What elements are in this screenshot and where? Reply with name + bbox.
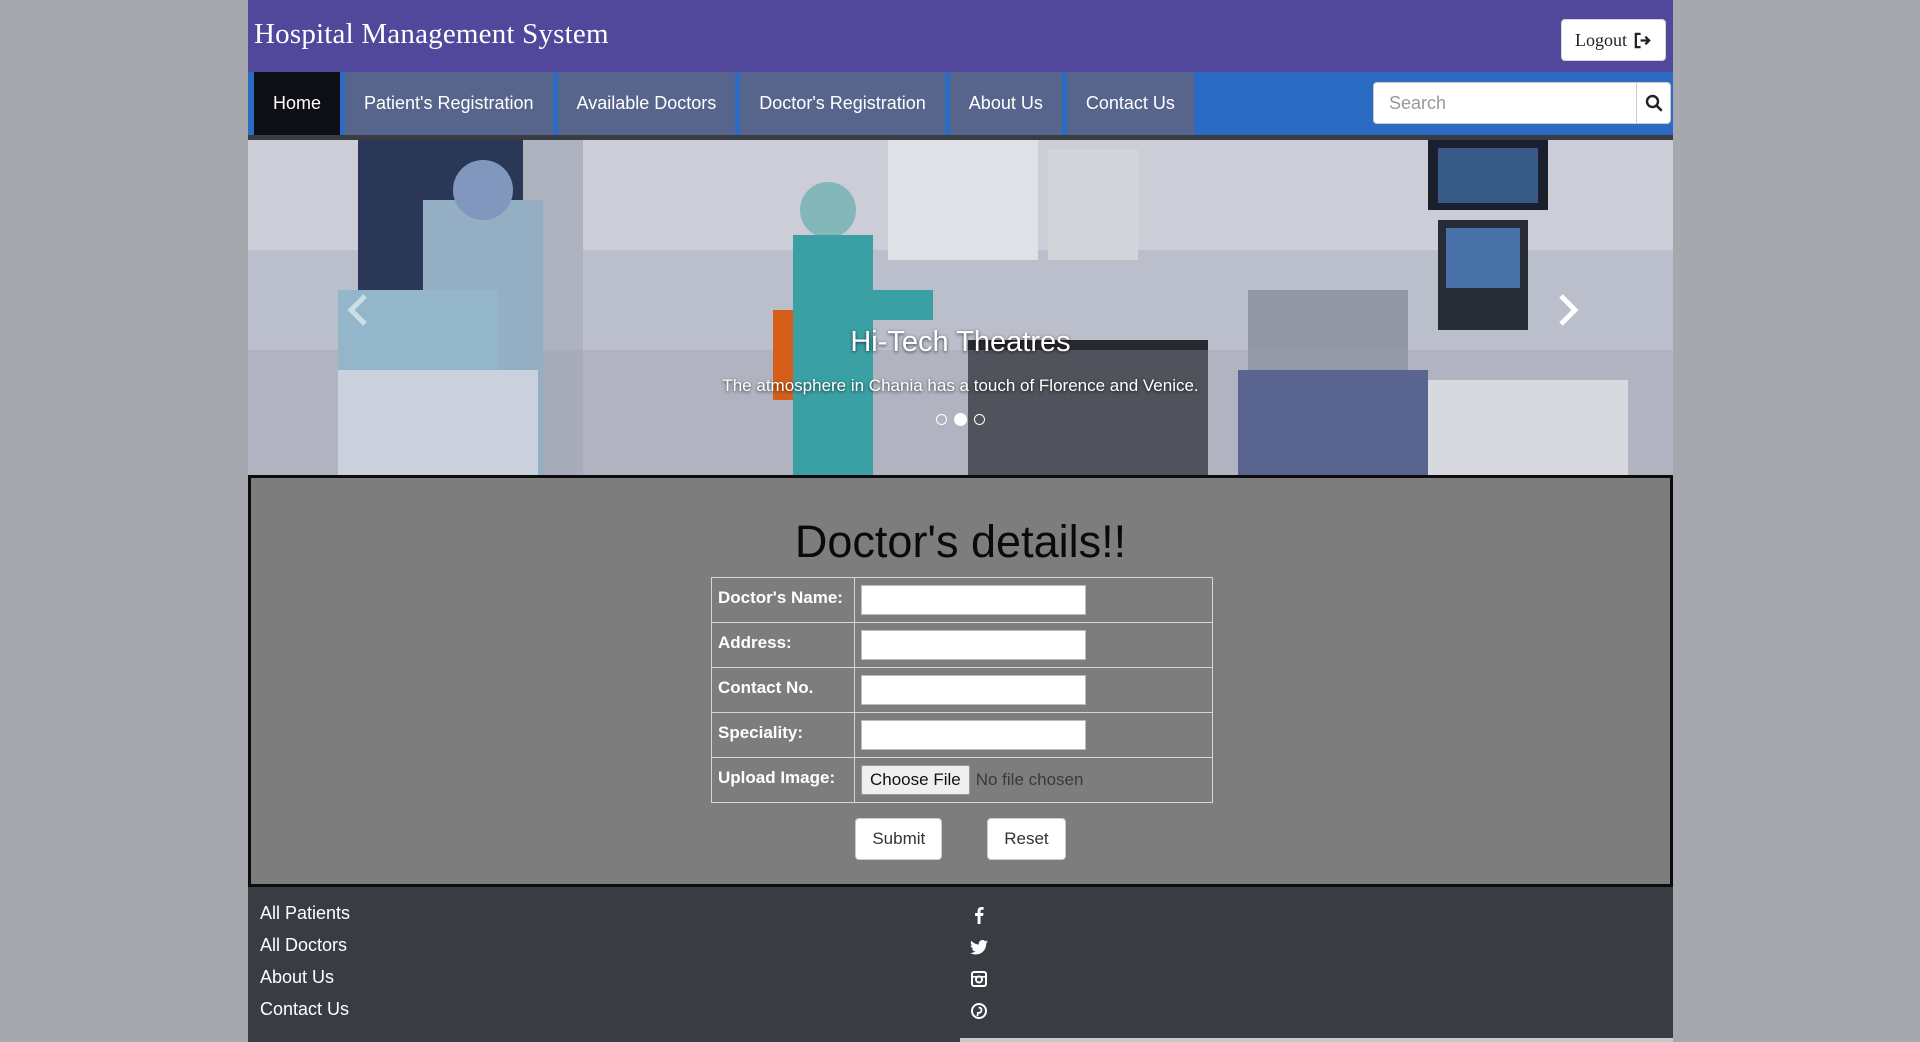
page-wrapper: Hospital Management System Logout Home P…: [248, 0, 1673, 1042]
reset-button[interactable]: Reset: [987, 818, 1066, 860]
doctor-name-label: Doctor's Name:: [711, 577, 855, 623]
logout-button[interactable]: Logout: [1561, 19, 1666, 61]
contact-no-input[interactable]: [861, 675, 1086, 705]
form-field-cell: [854, 667, 1213, 713]
nav-item-about-us[interactable]: About Us: [949, 72, 1062, 135]
pinterest-icon[interactable]: [970, 995, 988, 1027]
footer-link-about-us[interactable]: About Us: [260, 961, 350, 993]
search-input[interactable]: [1374, 83, 1636, 123]
nav-item-label: Patient's Registration: [364, 93, 534, 113]
file-status: No file chosen: [975, 770, 1084, 789]
form-title: Doctor's details!!: [794, 516, 1127, 567]
facebook-icon[interactable]: [970, 899, 988, 931]
contact-no-label: Contact No.: [711, 667, 855, 713]
address-label: Address:: [711, 622, 855, 668]
search-button[interactable]: [1636, 83, 1670, 123]
twitter-icon[interactable]: [970, 931, 988, 963]
nav-item-doctors-registration[interactable]: Doctor's Registration: [740, 72, 945, 135]
choose-file-button[interactable]: Choose File: [861, 765, 970, 795]
doctor-name-input[interactable]: [861, 585, 1086, 615]
nav-item-label: About Us: [968, 93, 1043, 113]
nav-item-available-doctors[interactable]: Available Doctors: [557, 72, 736, 135]
main-navbar: Home Patient's Registration Available Do…: [248, 72, 1673, 135]
nav-item-contact-us[interactable]: Contact Us: [1066, 72, 1194, 135]
carousel-next-button[interactable]: [1553, 290, 1583, 330]
footer-link-contact-us[interactable]: Contact Us: [260, 993, 350, 1025]
file-input: Choose File No file chosen: [861, 765, 1206, 795]
form-actions: Submit Reset: [251, 818, 1670, 860]
nav-item-label: Home: [273, 93, 322, 113]
social-icons: [970, 899, 988, 1027]
carousel-indicator-3[interactable]: [974, 414, 985, 425]
form-field-cell: [854, 622, 1213, 668]
carousel-indicator-1[interactable]: [936, 414, 947, 425]
nav-item-patients-registration[interactable]: Patient's Registration: [345, 72, 553, 135]
carousel-caption-title: Hi-Tech Theatres: [850, 326, 1071, 358]
upload-image-label: Upload Image:: [711, 757, 855, 803]
doctor-form-table: Doctor's Name: Address: Contact No. Spec…: [711, 577, 1213, 803]
logout-label: Logout: [1575, 29, 1627, 50]
carousel-caption-text: The atmosphere in Chania has a touch of …: [722, 376, 1199, 395]
form-row: Speciality:: [711, 712, 1213, 758]
nav-item-home[interactable]: Home: [254, 72, 341, 135]
sign-out-icon: [1634, 32, 1651, 48]
submit-button[interactable]: Submit: [855, 818, 943, 860]
nav-item-label: Available Doctors: [576, 93, 717, 113]
speciality-label: Speciality:: [711, 712, 855, 758]
form-row: Address:: [711, 622, 1213, 668]
search-icon: [1645, 94, 1662, 112]
form-row: Upload Image: Choose File No file chosen: [711, 757, 1213, 803]
footer: All Patients All Doctors About Us Contac…: [248, 887, 1673, 1042]
image-carousel: Hi-Tech Theatres The atmosphere in Chani…: [248, 140, 1673, 475]
address-input[interactable]: [861, 630, 1086, 660]
site-title: Hospital Management System: [254, 18, 609, 50]
instagram-icon[interactable]: [970, 963, 988, 995]
form-field-cell: [854, 712, 1213, 758]
carousel-indicators: [248, 413, 1673, 426]
form-row: Doctor's Name:: [711, 577, 1213, 623]
footer-link-all-patients[interactable]: All Patients: [260, 897, 350, 929]
form-field-cell: [854, 577, 1213, 623]
form-field-cell: Choose File No file chosen: [854, 757, 1213, 803]
form-row: Contact No.: [711, 667, 1213, 713]
header-bar: Hospital Management System Logout: [248, 0, 1673, 72]
nav-item-label: Contact Us: [1085, 93, 1175, 113]
doctor-details-panel: Doctor's details!! Doctor's Name: Addres…: [248, 475, 1673, 887]
search-box: [1373, 82, 1671, 124]
nav-item-label: Doctor's Registration: [759, 93, 926, 113]
carousel-indicator-2[interactable]: [954, 413, 967, 426]
footer-divider: [960, 1038, 1673, 1042]
footer-link-all-doctors[interactable]: All Doctors: [260, 929, 350, 961]
nav-menu: Home Patient's Registration Available Do…: [254, 72, 1199, 135]
carousel-prev-button[interactable]: [343, 290, 373, 330]
speciality-input[interactable]: [861, 720, 1086, 750]
footer-links: All Patients All Doctors About Us Contac…: [260, 897, 350, 1025]
